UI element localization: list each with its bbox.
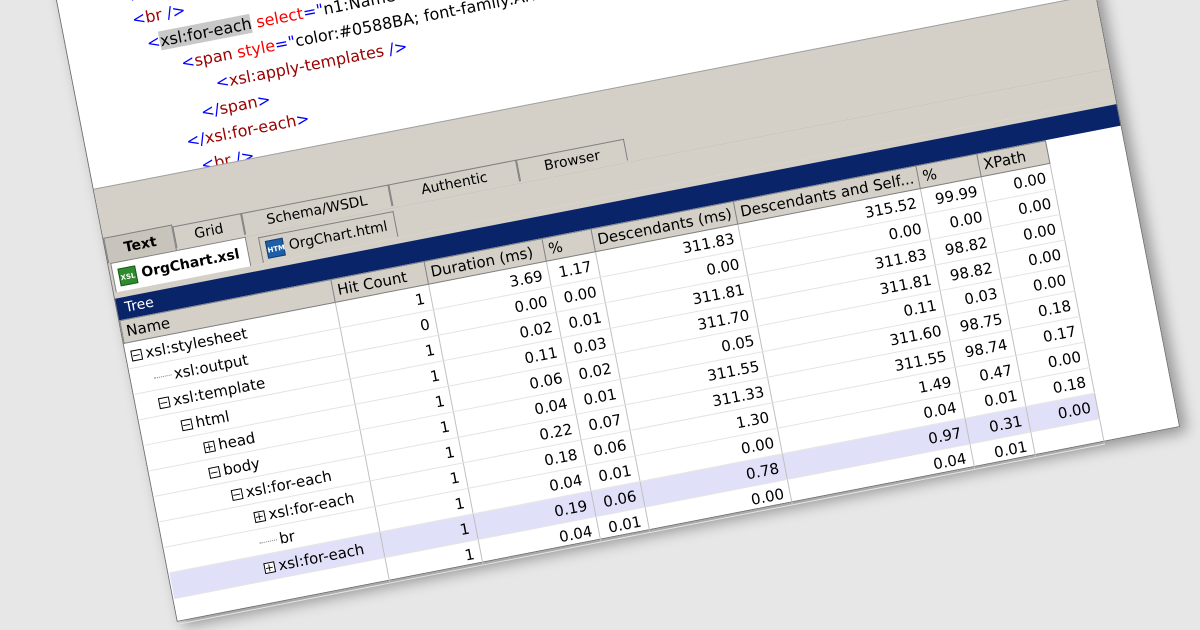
- code-token: select: [249, 3, 305, 33]
- tree-node-label: br: [277, 526, 297, 548]
- collapse-icon[interactable]: −: [179, 417, 193, 432]
- xsl-file-icon: XSL: [117, 264, 139, 286]
- code-token: span: [217, 92, 260, 119]
- code-token: />: [159, 0, 188, 24]
- tree-node-label: body: [221, 453, 262, 479]
- tree-node-label: html: [193, 406, 231, 431]
- code-token: >: [255, 89, 273, 111]
- code-token: />: [381, 36, 410, 60]
- collapse-icon[interactable]: −: [230, 487, 244, 501]
- code-token: style: [230, 35, 277, 63]
- code-line: <br />: [130, 0, 187, 29]
- collapse-icon[interactable]: −: [207, 465, 221, 479]
- screenshot-stage: </xsl:for-each><br /><xsl:for-each selec…: [0, 0, 1200, 630]
- expand-icon[interactable]: +: [252, 509, 266, 523]
- collapse-icon[interactable]: −: [157, 395, 171, 410]
- tree-connector: [258, 538, 277, 544]
- code-token: </: [116, 0, 138, 6]
- tab-grid-label: Grid: [193, 220, 225, 243]
- code-token: ">: [393, 0, 417, 5]
- code-token: >: [294, 108, 312, 130]
- collapse-icon[interactable]: −: [129, 347, 143, 362]
- expand-icon[interactable]: +: [262, 560, 276, 575]
- tree-node-label: [267, 585, 270, 603]
- tree-node-label: head: [216, 428, 257, 454]
- profiler-title: Tree: [123, 294, 156, 316]
- expand-icon[interactable]: +: [202, 439, 216, 454]
- code-token: span: [192, 44, 235, 71]
- html-file-icon: HTM: [264, 237, 286, 259]
- xmlspy-window: </xsl:for-each><br /><xsl:for-each selec…: [20, 0, 1181, 625]
- tree-connector: [153, 373, 172, 379]
- tab-text-label: Text: [122, 233, 158, 256]
